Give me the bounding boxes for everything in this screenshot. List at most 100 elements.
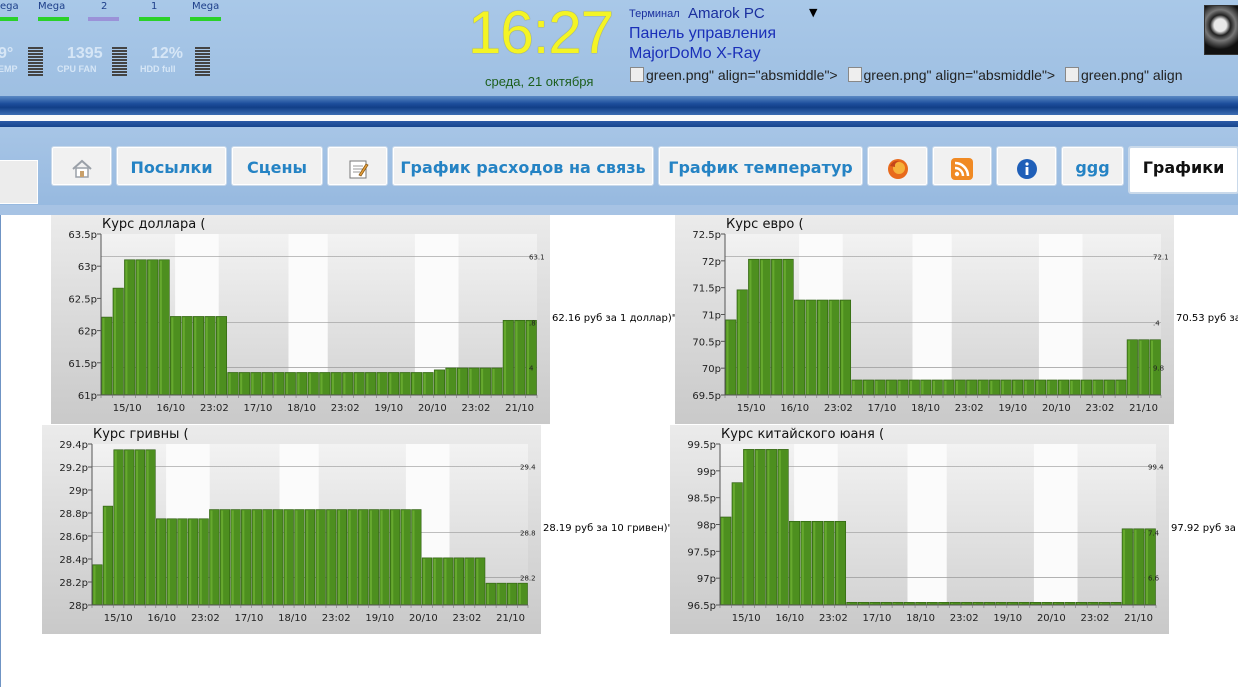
user-avatar[interactable]: [1204, 5, 1238, 55]
y-tick-label: 61p: [78, 391, 97, 402]
bar-highlight: [847, 603, 850, 604]
bar-highlight: [1031, 603, 1034, 604]
tab-ggg[interactable]: ggg: [1062, 147, 1123, 185]
broken-image-text: green.png" align="absmiddle">: [863, 67, 1056, 83]
net-bar-5: [190, 17, 221, 21]
cpu-fan-meter: [112, 47, 127, 76]
tab-charts[interactable]: Графики: [1129, 147, 1238, 193]
terminal-select[interactable]: Amarok PC: [688, 5, 765, 22]
tab-browser[interactable]: [868, 147, 927, 185]
bar-highlight: [921, 380, 924, 394]
bar-highlight: [1047, 380, 1050, 394]
control-panel-link[interactable]: Панель управления: [629, 25, 776, 43]
bar-highlight: [1093, 380, 1096, 394]
bar-highlight: [1036, 380, 1039, 394]
bar-highlight: [755, 450, 758, 604]
broken-image-icon: [1065, 67, 1079, 82]
bar-highlight: [401, 510, 404, 604]
chevron-down-icon[interactable]: ▼: [809, 6, 817, 19]
chart-cny: Курс китайского юаня ( 96.5p 97p 97.5p 98p 9…: [670, 425, 1169, 634]
broken-image-icon: [847, 67, 862, 82]
bar-highlight: [818, 301, 821, 394]
header-band: [0, 96, 1238, 115]
bar-highlight: [783, 260, 786, 394]
broken-image-text: green.png" align: [1081, 67, 1183, 83]
y-tick-label: 98p: [697, 521, 716, 532]
bar-highlight: [910, 380, 913, 394]
bar-highlight: [338, 510, 341, 604]
right-tick-label: 4: [529, 365, 534, 373]
right-tick-label: 63.1: [529, 254, 545, 262]
tab-home[interactable]: [52, 147, 111, 185]
bar-highlight: [444, 558, 447, 604]
tab-communication-costs[interactable]: График расходов на связь: [393, 147, 653, 185]
bar-highlight: [996, 603, 999, 604]
y-tick-label: 72p: [702, 257, 721, 268]
bar-highlight: [274, 510, 277, 604]
hdd-meter: [195, 47, 210, 76]
xray-link[interactable]: MajorDoMo X-Ray: [629, 45, 761, 63]
bar-highlight: [391, 510, 394, 604]
bar-highlight: [217, 317, 220, 394]
tab-scenes[interactable]: Сцены: [232, 147, 322, 185]
right-tick-label: 7.4: [1148, 530, 1160, 538]
bar-highlight: [320, 373, 323, 394]
tab-rss[interactable]: [933, 147, 991, 185]
chart-cny-rate-text: 97.92 руб за 1: [1171, 523, 1238, 534]
chart-usd-plot: 61p 61.5p 62p 62.5p 63p 63.5p 15/10 16/10 23:02 1…: [68, 230, 545, 414]
bar-highlight: [1105, 380, 1108, 394]
y-tick-label: 71p: [702, 311, 721, 322]
x-tick-label: 16/10: [156, 403, 185, 414]
bar-highlight: [859, 603, 862, 604]
plot-band: [912, 234, 952, 395]
bar-highlight: [228, 373, 231, 394]
bar-highlight: [369, 510, 372, 604]
bar-highlight: [157, 519, 160, 604]
y-tick-label: 96.5p: [687, 601, 716, 612]
chart-usd-rate-text: 62.16 руб за 1 доллар)">: [552, 313, 685, 324]
right-tick-label: 28.2: [520, 575, 536, 583]
x-tick-label: 17/10: [244, 403, 273, 414]
chart-cny-plot: 96.5p 97p 97.5p 98p 98.5p 99p 99.5p 15/10 16/10 2…: [687, 440, 1164, 624]
broken-image-icon: [630, 67, 644, 82]
bar-highlight: [1082, 380, 1085, 394]
bar-highlight: [171, 317, 174, 394]
bar-highlight: [389, 373, 392, 394]
y-tick-label: 69.5p: [692, 391, 721, 402]
bar-highlight: [928, 603, 931, 604]
y-tick-label: 63.5p: [68, 230, 97, 241]
rss-icon: [951, 157, 973, 180]
bar-highlight: [795, 301, 798, 394]
bar-highlight: [990, 380, 993, 394]
tab-parcels[interactable]: Посылки: [117, 147, 226, 185]
stat-hdd-label: HDD full: [140, 64, 176, 74]
bar-highlight: [458, 368, 461, 394]
bar-highlight: [882, 603, 885, 604]
tab-info[interactable]: [997, 147, 1056, 185]
bar-highlight: [772, 260, 775, 394]
bar-highlight: [905, 603, 908, 604]
x-tick-label: 23:02: [462, 403, 491, 414]
bar-highlight: [933, 380, 936, 394]
y-tick-label: 71.5p: [692, 284, 721, 295]
x-tick-label: 17/10: [235, 613, 264, 624]
tab-floor: [0, 205, 1238, 215]
bar-highlight: [194, 317, 197, 394]
bar-highlight: [1116, 380, 1119, 394]
x-tick-label: 21/10: [505, 403, 534, 414]
y-tick-label: 62.5p: [68, 294, 97, 305]
bar-highlight: [189, 519, 192, 604]
tab-temperature[interactable]: График температур: [659, 147, 862, 185]
y-tick-label: 28.8p: [59, 509, 88, 520]
stat-temp-value: 9°: [0, 45, 14, 62]
bar-highlight: [400, 373, 403, 394]
y-tick-label: 97p: [697, 574, 716, 585]
right-tick-label: 72.1: [1153, 254, 1169, 262]
tab-notes[interactable]: [328, 147, 387, 185]
bar-highlight: [504, 321, 507, 394]
bar-highlight: [182, 317, 185, 394]
bar-highlight: [1008, 603, 1011, 604]
y-tick-label: 98.5p: [687, 494, 716, 505]
bar-highlight: [455, 558, 458, 604]
net-bar-1: [0, 17, 18, 21]
